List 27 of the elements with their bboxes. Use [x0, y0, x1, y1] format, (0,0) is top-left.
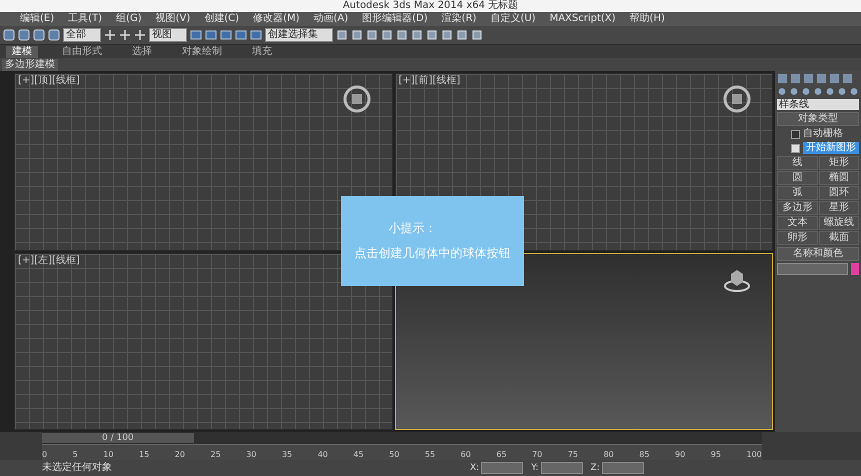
frame-number: 15 — [139, 450, 150, 460]
frame-number: 95 — [710, 450, 721, 460]
coordinate-label: Y: — [531, 463, 539, 473]
frame-number: 90 — [675, 450, 686, 460]
coordinate-label: X: — [470, 463, 480, 473]
frame-number: 75 — [568, 450, 578, 460]
frame-number: 80 — [604, 450, 614, 460]
frame-number: 10 — [103, 450, 114, 460]
frame-number: 45 — [353, 450, 364, 460]
status-message: 未选定任何对象 — [42, 462, 113, 474]
frame-number: 0 — [42, 450, 48, 460]
frame-number: 65 — [496, 450, 507, 460]
window-title: Autodesk 3ds Max 2014 x64 无标题 — [342, 0, 518, 12]
frame-number: 25 — [210, 450, 221, 460]
frame-number: 70 — [532, 450, 542, 460]
frame-number: 35 — [282, 450, 292, 460]
frame-number: 20 — [174, 450, 185, 460]
frame-number: 85 — [639, 450, 650, 460]
frame-number: 40 — [318, 450, 328, 460]
checkbox-label: 自动栅格 — [803, 128, 843, 140]
frame-number: 100 — [746, 450, 762, 460]
frame-number: 55 — [424, 450, 436, 460]
frame-number: 50 — [389, 450, 400, 460]
frame-number: 60 — [460, 450, 471, 460]
coordinate-label: Z: — [590, 463, 600, 473]
frame-number: 5 — [72, 450, 78, 460]
frame-number: 30 — [246, 450, 256, 460]
